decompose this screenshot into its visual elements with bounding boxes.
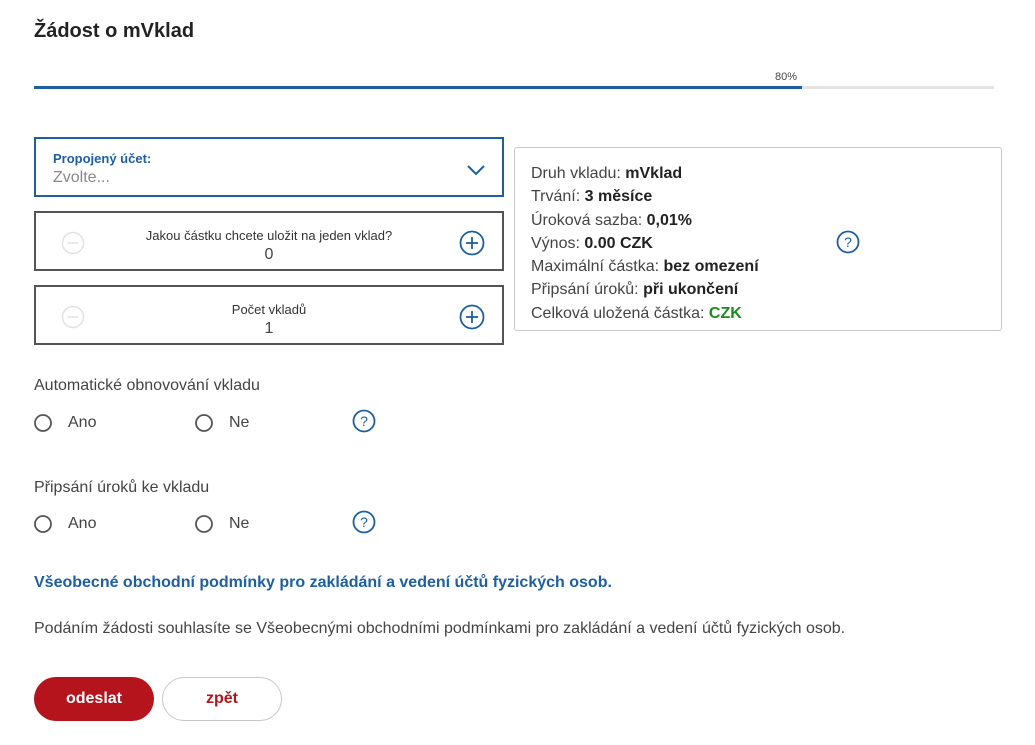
progress-bar-fill xyxy=(34,86,802,89)
linked-account-placeholder: Zvolte... xyxy=(53,169,110,186)
summary-interest: Připsání úroků: při ukončení xyxy=(531,281,739,299)
submit-button[interactable]: odeslat xyxy=(34,677,154,721)
summary-type: Druh vkladu: mVklad xyxy=(531,165,683,182)
linked-account-select[interactable]: Propojený účet: Zvolte... xyxy=(34,137,504,197)
summary-rate: Úroková sazba: 0,01% xyxy=(531,211,692,229)
progress-bar xyxy=(34,86,994,89)
deposit-count-input[interactable]: 1 xyxy=(36,320,502,338)
amount-input[interactable]: 0 xyxy=(36,246,502,264)
svg-text:?: ? xyxy=(360,514,368,530)
summary-yield: Výnos: 0.00 CZK xyxy=(531,234,653,252)
progress-percentage: 80% xyxy=(775,71,798,83)
auto-renewal-no-radio[interactable] xyxy=(195,414,213,432)
question-circle-icon[interactable]: ? xyxy=(836,230,860,254)
auto-renewal-yes-radio[interactable] xyxy=(34,414,52,432)
linked-account-label: Propojený účet: xyxy=(53,151,152,166)
deposit-summary-panel: Druh vkladu: mVklad Trvání: 3 měsíce Úro… xyxy=(514,147,1002,331)
svg-text:?: ? xyxy=(360,413,368,429)
interest-credit-yes-radio[interactable] xyxy=(34,515,52,533)
auto-renewal-label: Automatické obnovování vkladu xyxy=(34,377,260,394)
interest-credit-no-radio[interactable] xyxy=(195,515,213,533)
plus-circle-icon[interactable] xyxy=(459,230,485,256)
interest-credit-no-label[interactable]: Ne xyxy=(229,515,249,533)
question-circle-icon[interactable]: ? xyxy=(352,510,376,534)
page-title: Žádost o mVklad xyxy=(34,20,195,42)
interest-credit-label: Připsání úroků ke vkladu xyxy=(34,479,210,496)
amount-stepper: Jakou částku chcete uložit na jeden vkla… xyxy=(34,211,504,271)
chevron-down-icon[interactable] xyxy=(466,163,486,177)
interest-credit-yes-label[interactable]: Ano xyxy=(68,515,96,533)
deposit-count-stepper: Počet vkladů 1 xyxy=(34,285,504,345)
auto-renewal-no-label[interactable]: Ne xyxy=(229,414,249,432)
question-circle-icon[interactable]: ? xyxy=(352,409,376,433)
svg-text:?: ? xyxy=(844,234,852,250)
consent-text: Podáním žádosti souhlasíte se Všeobecným… xyxy=(34,620,846,637)
summary-total: Celková uložená částka: CZK xyxy=(531,304,742,322)
summary-max-amount: Maximální částka: bez omezení xyxy=(531,258,759,276)
amount-label: Jakou částku chcete uložit na jeden vkla… xyxy=(145,228,393,243)
back-button[interactable]: zpět xyxy=(162,677,282,721)
summary-duration: Trvání: 3 měsíce xyxy=(531,188,653,206)
terms-link[interactable]: Všeobecné obchodní podmínky pro zakládán… xyxy=(34,574,612,592)
auto-renewal-yes-label[interactable]: Ano xyxy=(68,414,96,432)
plus-circle-icon[interactable] xyxy=(459,304,485,330)
deposit-count-label: Počet vkladů xyxy=(231,302,307,317)
